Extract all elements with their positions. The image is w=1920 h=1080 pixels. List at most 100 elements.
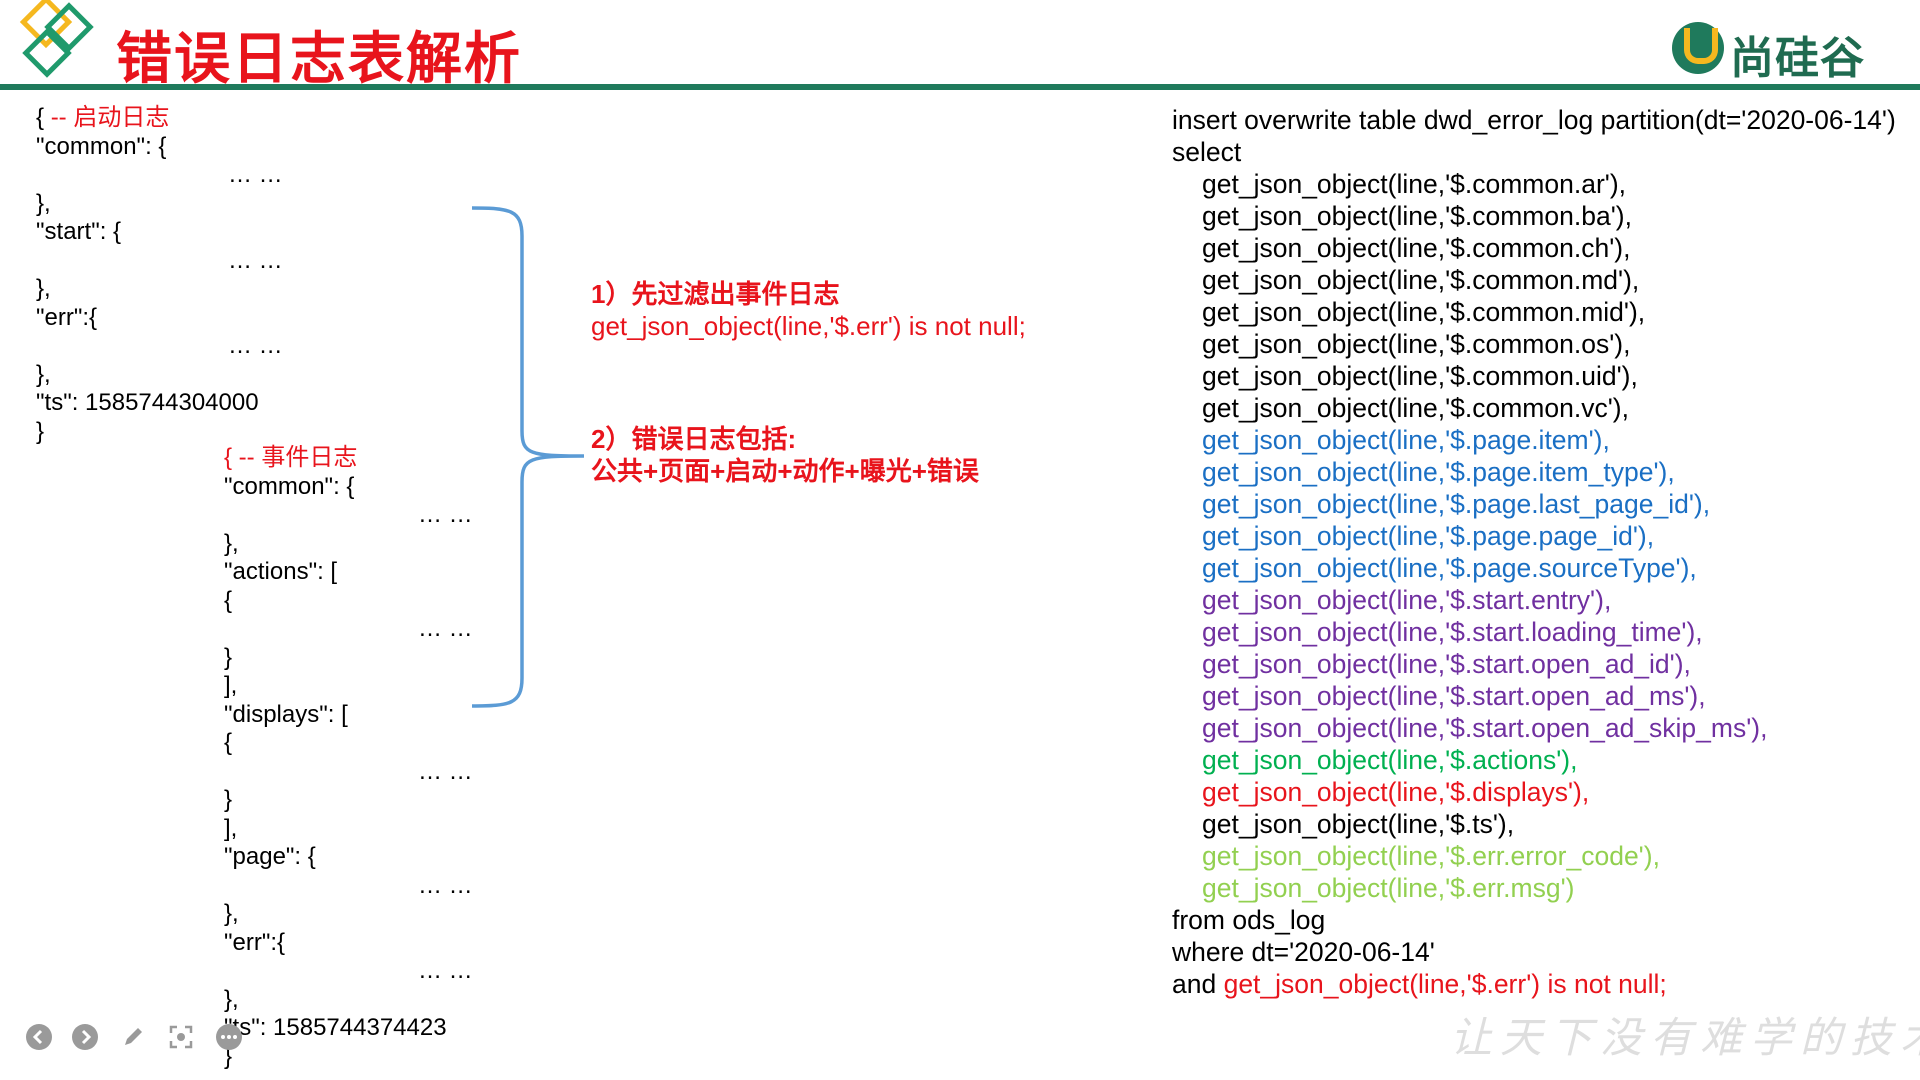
sql-text: get_json_object(line,'$.common.md'), <box>1202 265 1640 295</box>
sql-text: select <box>1172 137 1242 167</box>
pen-icon[interactable] <box>120 1024 146 1050</box>
code-text: { <box>36 104 51 131</box>
event-log-line: { -- 事件日志 <box>36 444 473 473</box>
code-text: }, <box>36 189 51 217</box>
sql-line: get_json_object(line,'$.start.entry'), <box>1172 584 1896 616</box>
sql-line: get_json_object(line,'$.common.ar'), <box>1172 168 1896 200</box>
sql-line: get_json_object(line,'$.err.error_code')… <box>1172 840 1896 872</box>
code-comment: -- 启动日志 <box>50 104 170 131</box>
sql-line: get_json_object(line,'$.err.msg') <box>1172 872 1896 904</box>
event-log-line: "displays": [ <box>36 701 473 730</box>
sql-text: get_json_object(line,'$.common.uid'), <box>1202 361 1638 391</box>
code-text: { <box>224 586 233 614</box>
event-log-line: }, <box>36 900 473 929</box>
sql-text: get_json_object(line,'$.common.ar'), <box>1202 169 1627 199</box>
sql-line: get_json_object(line,'$.start.open_ad_id… <box>1172 648 1896 680</box>
start-log-json: { -- 启动日志 "common": {… …}, "start": {… …},… <box>36 104 283 446</box>
note-filter: 1）先过滤出事件日志 get_json_object(line,'$.err')… <box>591 278 1026 342</box>
focus-icon[interactable] <box>168 1024 194 1050</box>
event-log-line: "actions": [ <box>36 558 473 587</box>
code-text: } <box>224 786 233 813</box>
sql-text: get_json_object(line,'$.err.error_code')… <box>1202 841 1660 871</box>
code-text: ], <box>224 672 238 699</box>
brand-u-icon <box>1672 22 1724 74</box>
event-log-json: { -- 事件日志 "common": {… …}, "actions": [{… … <box>36 444 473 1071</box>
sql-code-block: insert overwrite table dwd_error_log par… <box>1172 104 1896 1000</box>
event-log-line: ], <box>36 815 473 844</box>
code-text: "err":{ <box>224 928 286 956</box>
start-log-line: }, <box>36 275 283 304</box>
event-log-line: "page": { <box>36 843 473 872</box>
sql-line: get_json_object(line,'$.common.os'), <box>1172 328 1896 360</box>
sql-line: get_json_object(line,'$.start.open_ad_ms… <box>1172 680 1896 712</box>
event-log-line: "ts": 1585744374423 <box>36 1014 473 1043</box>
code-comment: { -- 事件日志 <box>224 444 358 471</box>
sql-line: get_json_object(line,'$.displays'), <box>1172 776 1896 808</box>
event-log-line: { <box>36 729 473 758</box>
sql-line: from ods_log <box>1172 904 1896 936</box>
sql-text: get_json_object(line,'$.page.page_id'), <box>1202 521 1655 551</box>
event-log-line: … … <box>36 872 473 901</box>
code-text: … … <box>228 246 283 274</box>
start-log-line: "start": { <box>36 218 283 247</box>
event-log-line: … … <box>36 501 473 530</box>
code-text: "ts": 1585744374423 <box>224 1014 447 1041</box>
sql-line: get_json_object(line,'$.page.item'), <box>1172 424 1896 456</box>
note-includes: 2）错误日志包括: 公共+页面+启动+动作+曝光+错误 <box>591 423 979 487</box>
sql-text-highlight: get_json_object(line,'$.err') is not nul… <box>1223 969 1667 999</box>
sql-line: where dt='2020-06-14' <box>1172 936 1896 968</box>
event-log-line: }, <box>36 530 473 559</box>
sql-line: get_json_object(line,'$.page.last_page_i… <box>1172 488 1896 520</box>
event-log-line: } <box>36 786 473 815</box>
code-text: … … <box>228 161 283 188</box>
sql-text: get_json_object(line,'$.common.ba'), <box>1202 201 1632 231</box>
event-log-line: } <box>36 644 473 673</box>
sql-text: get_json_object(line,'$.actions'), <box>1202 745 1578 775</box>
code-text: … … <box>418 757 473 785</box>
code-text: … … <box>228 332 283 359</box>
sql-text: from ods_log <box>1172 905 1326 935</box>
code-text: }, <box>36 275 51 302</box>
event-log-line: … … <box>36 957 473 986</box>
sql-line: get_json_object(line,'$.page.page_id'), <box>1172 520 1896 552</box>
code-text: } <box>224 643 233 671</box>
sql-text: get_json_object(line,'$.page.item_type')… <box>1202 457 1675 487</box>
brand-name: 尚硅谷 <box>1730 33 1865 84</box>
event-log-line: "common": { <box>36 473 473 502</box>
sql-line: get_json_object(line,'$.start.open_ad_sk… <box>1172 712 1896 744</box>
sql-line: and get_json_object(line,'$.err') is not… <box>1172 968 1896 1000</box>
sql-line: get_json_object(line,'$.common.mid'), <box>1172 296 1896 328</box>
event-log-line: "err":{ <box>36 929 473 958</box>
code-text: }, <box>224 529 239 557</box>
sql-text: and <box>1172 969 1224 999</box>
start-log-line: { -- 启动日志 <box>36 104 283 133</box>
sql-text: get_json_object(line,'$.page.item'), <box>1202 425 1610 455</box>
sql-text: where dt='2020-06-14' <box>1172 937 1435 967</box>
more-icon[interactable] <box>216 1024 242 1050</box>
code-text: "common": { <box>224 472 355 500</box>
sql-text: get_json_object(line,'$.start.loading_ti… <box>1202 617 1703 647</box>
sql-line: get_json_object(line,'$.common.uid'), <box>1172 360 1896 392</box>
code-text: { <box>224 729 233 756</box>
code-text: }, <box>224 900 239 927</box>
event-log-line: … … <box>36 615 473 644</box>
sql-line: get_json_object(line,'$.common.md'), <box>1172 264 1896 296</box>
code-text: … … <box>418 871 473 899</box>
start-log-line: } <box>36 418 283 447</box>
code-text: "common": { <box>36 132 167 160</box>
sql-line: get_json_object(line,'$.start.loading_ti… <box>1172 616 1896 648</box>
start-log-line: "err":{ <box>36 304 283 333</box>
event-log-line: ], <box>36 672 473 701</box>
event-log-line: … … <box>36 758 473 787</box>
prev-icon[interactable] <box>26 1024 52 1050</box>
next-icon[interactable] <box>72 1024 98 1050</box>
start-log-line: "common": { <box>36 133 283 162</box>
code-text: } <box>36 417 45 445</box>
sql-text: get_json_object(line,'$.err.msg') <box>1202 873 1575 903</box>
slogan-watermark: 让天下没有难学的技术 <box>1450 1013 1920 1062</box>
code-text: "page": { <box>224 843 316 870</box>
start-log-line: … … <box>36 161 283 190</box>
sql-text: get_json_object(line,'$.page.sourceType'… <box>1202 553 1697 583</box>
sql-text: get_json_object(line,'$.common.mid'), <box>1202 297 1646 327</box>
code-text: }, <box>36 360 51 388</box>
